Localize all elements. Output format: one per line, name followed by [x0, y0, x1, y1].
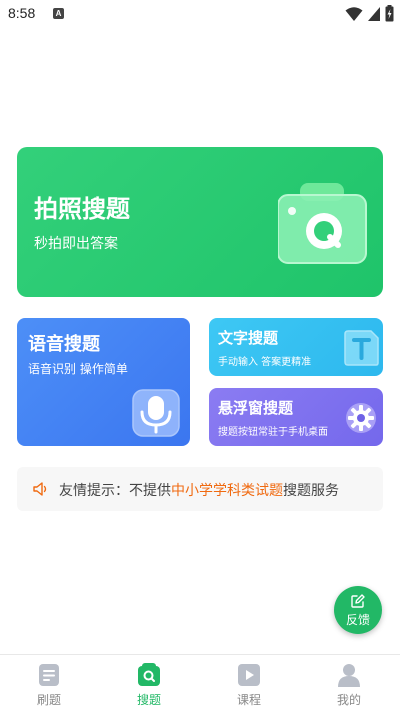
- voice-search-card[interactable]: 语音搜题 语音识别 操作简单: [17, 318, 190, 446]
- float-window-search-subtitle: 搜题按钮常驻于手机桌面: [218, 427, 328, 438]
- bottom-nav: 刷题 搜题 课程 我的: [0, 654, 400, 711]
- nav-label-course: 课程: [236, 693, 261, 707]
- nav-label-search: 搜题: [136, 693, 161, 707]
- gear-icon: [346, 403, 376, 433]
- notice-text: 友情提示：不提供中小学学科类试题搜题服务: [59, 480, 339, 500]
- app-screen: 8:58 A 拍照搜题 秒拍即出答案 语音搜题 语音识别 操作简单 文字搜题 手…: [0, 0, 400, 711]
- battery-icon: [385, 5, 394, 22]
- search-icon: [138, 663, 160, 686]
- play-icon: [238, 664, 260, 686]
- nav-item-profile[interactable]: 我的: [319, 663, 379, 709]
- notice-bar: 友情提示：不提供中小学学科类试题搜题服务: [17, 467, 383, 511]
- signal-icon: [368, 6, 380, 21]
- feedback-label: 反馈: [345, 613, 370, 627]
- notice-suffix: 搜题服务: [283, 483, 339, 499]
- voice-search-title: 语音搜题: [28, 334, 100, 355]
- user-icon: [338, 664, 360, 687]
- notice-prefix: 友情提示：不提供: [59, 483, 171, 499]
- nav-label-profile: 我的: [336, 693, 361, 707]
- feedback-button[interactable]: 反馈: [334, 586, 382, 634]
- voice-search-subtitle: 语音识别 操作简单: [28, 362, 128, 376]
- notice-highlight: 中小学学科类试题: [171, 483, 283, 499]
- document-icon: [39, 664, 59, 686]
- edit-icon: [351, 594, 365, 608]
- status-time: 8:58: [8, 5, 36, 21]
- text-search-card[interactable]: 文字搜题 手动输入 答案更精准: [209, 318, 383, 376]
- notification-icon: A: [53, 8, 64, 19]
- photo-search-title: 拍照搜题: [34, 195, 130, 223]
- nav-item-course[interactable]: 课程: [219, 663, 279, 709]
- nav-item-practice[interactable]: 刷题: [19, 663, 79, 709]
- float-window-search-card[interactable]: 悬浮窗搜题 搜题按钮常驻于手机桌面: [209, 388, 383, 446]
- nav-label-practice: 刷题: [36, 693, 61, 707]
- text-search-title: 文字搜题: [218, 329, 279, 347]
- camera-icon: [278, 183, 367, 264]
- photo-search-subtitle: 秒拍即出答案: [34, 236, 118, 252]
- speaker-icon: [33, 482, 47, 496]
- status-bar: 8:58 A: [0, 0, 400, 28]
- nav-item-search[interactable]: 搜题: [119, 663, 179, 709]
- photo-search-card[interactable]: 拍照搜题 秒拍即出答案: [17, 147, 383, 297]
- microphone-icon: [132, 389, 180, 437]
- text-search-subtitle: 手动输入 答案更精准: [218, 357, 312, 368]
- text-t-icon: [344, 330, 379, 366]
- float-window-search-title: 悬浮窗搜题: [218, 399, 294, 417]
- wifi-icon: [345, 6, 363, 21]
- status-icons: [345, 5, 394, 22]
